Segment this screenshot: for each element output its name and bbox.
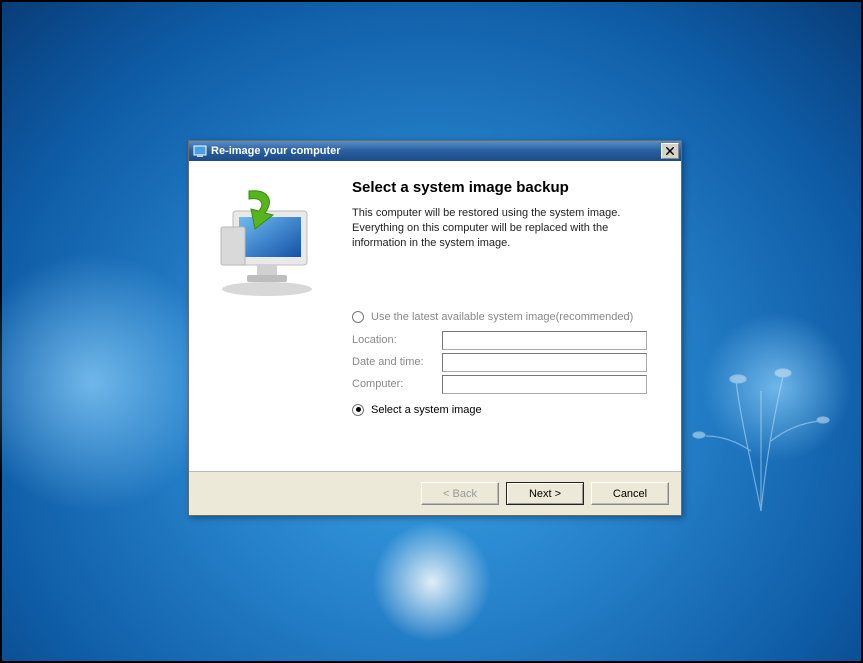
- radio-latest-label: Use the latest available system image(re…: [371, 311, 633, 323]
- location-label: Location:: [352, 334, 442, 346]
- wizard-graphic-panel: [189, 161, 344, 471]
- radio-icon: [352, 404, 364, 416]
- titlebar-text: Re-image your computer: [211, 145, 661, 157]
- computer-label: Computer:: [352, 378, 442, 390]
- app-icon: [193, 144, 207, 158]
- field-datetime: Date and time:: [352, 353, 661, 372]
- radio-select-label: Select a system image: [371, 404, 482, 416]
- reimage-dialog: Re-image your computer Select a system i…: [188, 140, 682, 516]
- radio-select-image[interactable]: Select a system image: [352, 404, 661, 416]
- latest-fields: Location: Date and time: Computer:: [352, 331, 661, 394]
- dialog-footer: < Back Next > Cancel: [189, 471, 681, 515]
- page-heading: Select a system image backup: [352, 179, 661, 196]
- close-icon: [666, 147, 674, 155]
- dialog-content: Select a system image backup This comput…: [189, 161, 681, 471]
- wizard-body: Select a system image backup This comput…: [344, 161, 681, 471]
- page-description: This computer will be restored using the…: [352, 206, 642, 251]
- datetime-value: [442, 353, 647, 372]
- radio-icon: [352, 311, 364, 323]
- datetime-label: Date and time:: [352, 356, 442, 368]
- computer-restore-icon: [207, 181, 327, 301]
- computer-value: [442, 375, 647, 394]
- close-button[interactable]: [661, 143, 679, 159]
- cancel-button[interactable]: Cancel: [591, 482, 669, 505]
- next-button[interactable]: Next >: [506, 482, 584, 505]
- location-value: [442, 331, 647, 350]
- field-location: Location:: [352, 331, 661, 350]
- titlebar: Re-image your computer: [189, 141, 681, 161]
- field-computer: Computer:: [352, 375, 661, 394]
- radio-latest-image: Use the latest available system image(re…: [352, 311, 661, 323]
- back-button[interactable]: < Back: [421, 482, 499, 505]
